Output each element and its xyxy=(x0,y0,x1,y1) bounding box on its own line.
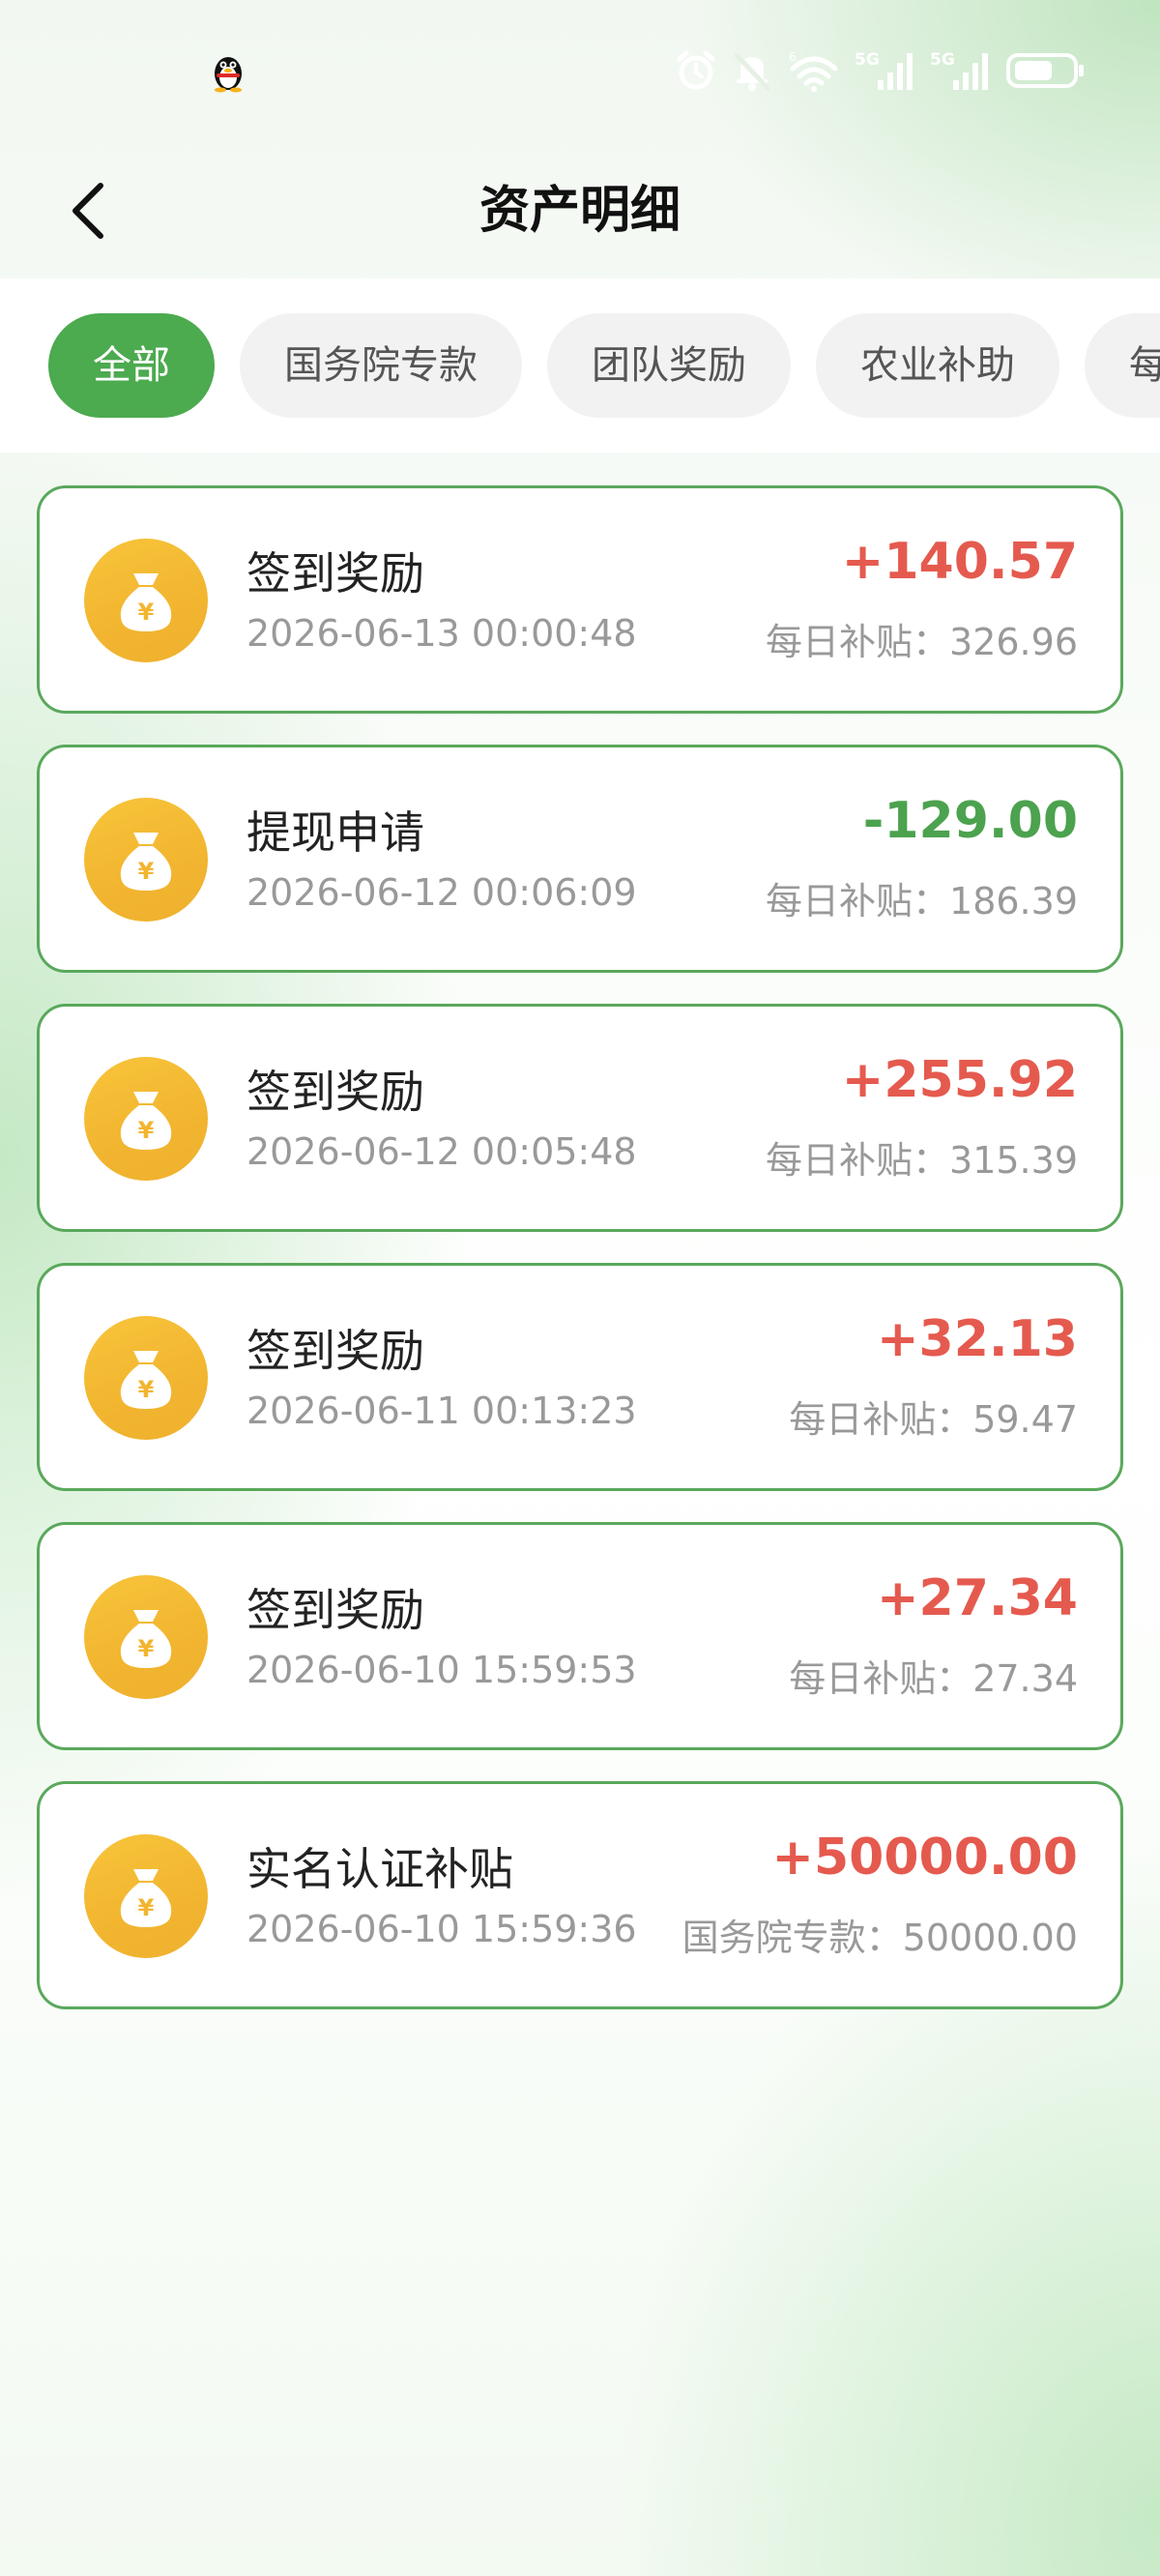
status-icons: 6 5G 5G xyxy=(675,46,1085,95)
svg-text:¥: ¥ xyxy=(138,858,155,885)
item-amount: +255.92 xyxy=(841,1051,1078,1109)
money-bag-icon: ¥ xyxy=(84,539,208,662)
item-time: 2026-06-12 00:05:48 xyxy=(246,1130,637,1173)
svg-text:6: 6 xyxy=(789,50,797,64)
battery-icon xyxy=(1005,49,1085,92)
svg-text:5G: 5G xyxy=(930,50,955,70)
item-amount: +32.13 xyxy=(876,1310,1078,1368)
tab-agriculture-subsidy[interactable]: 农业补助 xyxy=(816,313,1059,418)
item-time: 2026-06-12 00:06:09 xyxy=(246,871,637,914)
item-title: 实名认证补贴 xyxy=(246,1843,513,1895)
money-bag-icon: ¥ xyxy=(84,1316,208,1440)
item-time: 2026-06-10 15:59:36 xyxy=(246,1908,637,1950)
tab-daily[interactable]: 每 xyxy=(1085,313,1160,418)
svg-text:5G: 5G xyxy=(855,50,880,70)
wifi-icon: 6 xyxy=(787,49,841,92)
item-title: 提现申请 xyxy=(246,806,424,859)
item-title: 签到奖励 xyxy=(246,547,424,600)
item-note: 每日补贴：27.34 xyxy=(789,1657,1078,1700)
signal-5g-icon: 5G xyxy=(855,49,916,92)
money-bag-icon: ¥ xyxy=(84,1575,208,1699)
filter-tabs: 全部 国务院专款 团队奖励 农业补助 每 xyxy=(0,278,1160,453)
tab-state-council-fund[interactable]: 国务院专款 xyxy=(240,313,522,418)
item-amount: +27.34 xyxy=(876,1569,1078,1627)
item-amount: +50000.00 xyxy=(771,1829,1078,1887)
item-amount: -129.00 xyxy=(862,792,1078,850)
alarm-icon xyxy=(675,49,717,92)
tab-all[interactable]: 全部 xyxy=(48,313,215,418)
asset-record-list: ¥ 签到奖励 2026-06-13 00:00:48 +140.57 每日补贴：… xyxy=(37,485,1123,2040)
money-bag-icon: ¥ xyxy=(84,1834,208,1958)
bell-off-icon xyxy=(731,49,773,92)
qq-penguin-icon xyxy=(209,50,247,93)
item-note: 国务院专款：50000.00 xyxy=(682,1917,1078,1959)
item-note: 每日补贴：326.96 xyxy=(766,621,1078,663)
item-title: 签到奖励 xyxy=(246,1066,424,1118)
list-item[interactable]: ¥ 实名认证补贴 2026-06-10 15:59:36 +50000.00 国… xyxy=(37,1781,1123,2009)
item-time: 2026-06-10 15:59:53 xyxy=(246,1649,637,1691)
list-item[interactable]: ¥ 签到奖励 2026-06-13 00:00:48 +140.57 每日补贴：… xyxy=(37,485,1123,714)
svg-text:¥: ¥ xyxy=(138,1376,155,1403)
item-title: 签到奖励 xyxy=(246,1325,424,1377)
item-title: 签到奖励 xyxy=(246,1584,424,1636)
item-time: 2026-06-13 00:00:48 xyxy=(246,612,637,655)
list-item[interactable]: ¥ 提现申请 2026-06-12 00:06:09 -129.00 每日补贴：… xyxy=(37,745,1123,973)
item-note: 每日补贴：315.39 xyxy=(766,1139,1078,1182)
signal-5g-icon: 5G xyxy=(930,49,992,92)
svg-text:¥: ¥ xyxy=(138,1117,155,1144)
svg-text:¥: ¥ xyxy=(138,1635,155,1662)
svg-text:¥: ¥ xyxy=(138,1894,155,1921)
item-amount: +140.57 xyxy=(841,533,1078,591)
list-item[interactable]: ¥ 签到奖励 2026-06-12 00:05:48 +255.92 每日补贴：… xyxy=(37,1004,1123,1232)
page-title: 资产明细 xyxy=(478,182,681,240)
list-item[interactable]: ¥ 签到奖励 2026-06-10 15:59:53 +27.34 每日补贴：2… xyxy=(37,1522,1123,1750)
app-header: 资产明细 xyxy=(0,145,1160,277)
list-item[interactable]: ¥ 签到奖励 2026-06-11 00:13:23 +32.13 每日补贴：5… xyxy=(37,1263,1123,1491)
status-bar: 6 5G 5G xyxy=(0,0,1160,145)
tab-team-reward[interactable]: 团队奖励 xyxy=(547,313,791,418)
money-bag-icon: ¥ xyxy=(84,1057,208,1181)
item-time: 2026-06-11 00:13:23 xyxy=(246,1390,637,1432)
svg-text:¥: ¥ xyxy=(138,599,155,626)
item-note: 每日补贴：59.47 xyxy=(789,1398,1078,1441)
item-note: 每日补贴：186.39 xyxy=(766,880,1078,922)
money-bag-icon: ¥ xyxy=(84,798,208,922)
